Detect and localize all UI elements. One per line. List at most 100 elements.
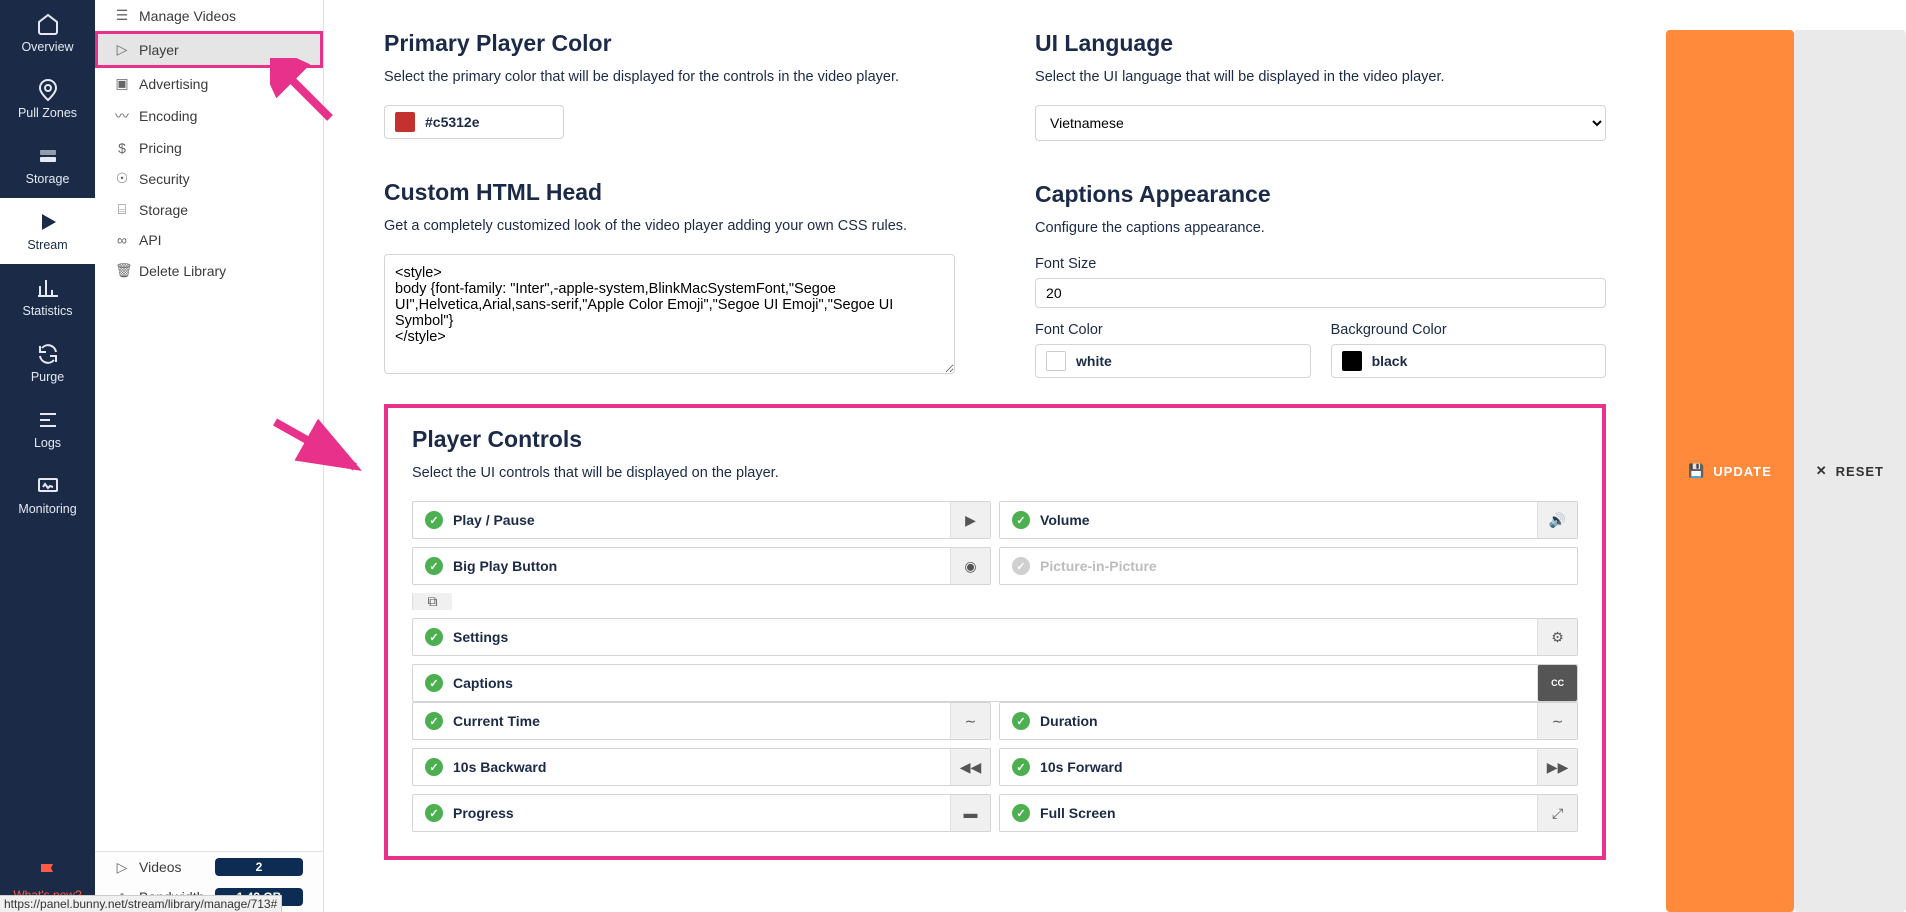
- check-on-icon: ✓: [1012, 511, 1030, 529]
- home-icon: [36, 12, 60, 36]
- player-controls-desc: Select the UI controls that will be disp…: [412, 465, 1578, 481]
- ui-language-select[interactable]: Vietnamese: [1035, 105, 1606, 141]
- check-off-icon: ✓: [1012, 557, 1030, 575]
- sidebar-advertising[interactable]: ▣Advertising: [95, 68, 323, 99]
- ui-language-title: UI Language: [1035, 30, 1606, 57]
- fullscreen-icon: ⤢: [1537, 795, 1577, 831]
- rail-stream[interactable]: Stream: [0, 198, 95, 264]
- control-settings[interactable]: ✓Settings ⚙: [412, 618, 1578, 656]
- rail-purge[interactable]: Purge: [0, 330, 95, 396]
- check-on-icon: ✓: [1012, 758, 1030, 776]
- primary-color-desc: Select the primary color that will be di…: [384, 69, 955, 85]
- rail-label: Monitoring: [18, 502, 76, 516]
- flag-icon: [36, 860, 60, 884]
- pin-icon: [36, 78, 60, 102]
- control-captions[interactable]: ✓Captions CC: [412, 664, 1578, 702]
- custom-html-textarea[interactable]: [384, 254, 955, 374]
- control-current-time[interactable]: ✓Current Time ∼: [412, 702, 991, 740]
- chart-icon: [36, 276, 60, 300]
- control-duration[interactable]: ✓Duration ∼: [999, 702, 1578, 740]
- sidebar-delete-library[interactable]: 🗑Delete Library: [95, 255, 323, 286]
- pip-icon: ⧉: [412, 593, 452, 610]
- sidebar-security[interactable]: ☉Security: [95, 163, 323, 194]
- check-on-icon: ✓: [425, 628, 443, 646]
- wave-icon: 〰: [115, 106, 129, 126]
- progress-icon: ▬: [950, 795, 990, 831]
- rail-label: Statistics: [22, 304, 72, 318]
- list-icon: ☰: [115, 7, 129, 24]
- font-color-swatch: [1046, 351, 1066, 371]
- sidebar-pricing[interactable]: $Pricing: [95, 133, 323, 163]
- rail-logs[interactable]: Logs: [0, 396, 95, 462]
- sidebar-api[interactable]: ∞API: [95, 225, 323, 255]
- control-volume[interactable]: ✓Volume 🔊: [999, 501, 1578, 539]
- image-icon: ▣: [115, 75, 129, 92]
- captions-desc: Configure the captions appearance.: [1035, 220, 1606, 236]
- primary-color-title: Primary Player Color: [384, 30, 955, 57]
- refresh-icon: [36, 342, 60, 366]
- reset-button[interactable]: ✕ RESET: [1794, 30, 1906, 912]
- storage-icon: [36, 144, 60, 168]
- control-progress[interactable]: ✓Progress ▬: [412, 794, 991, 832]
- play-icon: ▶: [950, 502, 990, 538]
- control-fullscreen[interactable]: ✓Full Screen ⤢: [999, 794, 1578, 832]
- cc-icon: CC: [1537, 665, 1577, 701]
- forward-icon: ▶▶: [1537, 749, 1577, 785]
- control-10s-forward[interactable]: ✓10s Forward ▶▶: [999, 748, 1578, 786]
- color-swatch: [395, 112, 415, 132]
- font-size-label: Font Size: [1035, 256, 1606, 272]
- custom-html-desc: Get a completely customized look of the …: [384, 218, 955, 234]
- rail-overview[interactable]: Overview: [0, 0, 95, 66]
- color-value: #c5312e: [425, 114, 480, 130]
- check-on-icon: ✓: [425, 804, 443, 822]
- footer-videos[interactable]: ▷Videos 2: [95, 852, 323, 882]
- sidebar-storage[interactable]: ⌸Storage: [95, 194, 323, 225]
- link-icon: ∞: [115, 232, 129, 248]
- dollar-icon: $: [115, 140, 129, 156]
- tilde-icon: ∼: [1537, 703, 1577, 739]
- player-controls-panel: Player Controls Select the UI controls t…: [384, 404, 1606, 860]
- big-play-icon: ◉: [950, 548, 990, 584]
- check-on-icon: ✓: [425, 674, 443, 692]
- bg-color-label: Background Color: [1331, 322, 1607, 338]
- rail-statistics[interactable]: Statistics: [0, 264, 95, 330]
- font-size-input[interactable]: [1035, 278, 1606, 308]
- control-play-pause[interactable]: ✓Play / Pause ▶: [412, 501, 991, 539]
- sidebar-encoding[interactable]: 〰Encoding: [95, 99, 323, 133]
- library-sidebar: ☰Manage Videos ▷Player ▣Advertising 〰Enc…: [95, 0, 324, 912]
- bg-color-field[interactable]: black: [1331, 344, 1607, 378]
- rail-label: Stream: [27, 238, 67, 252]
- main-content: Primary Player Color Select the primary …: [324, 0, 1666, 912]
- rail-label: Logs: [34, 436, 61, 450]
- bg-color-value: black: [1372, 353, 1408, 369]
- check-on-icon: ✓: [1012, 804, 1030, 822]
- tilde-icon: ∼: [950, 703, 990, 739]
- sidebar-player[interactable]: ▷Player: [95, 31, 323, 68]
- check-on-icon: ✓: [425, 758, 443, 776]
- trash-icon: 🗑: [115, 262, 129, 279]
- bg-color-swatch: [1342, 351, 1362, 371]
- primary-color-field[interactable]: #c5312e: [384, 105, 564, 139]
- font-color-value: white: [1076, 353, 1112, 369]
- control-pip[interactable]: ✓Picture-in-Picture: [999, 547, 1578, 585]
- check-on-icon: ✓: [1012, 712, 1030, 730]
- font-color-field[interactable]: white: [1035, 344, 1311, 378]
- rail-pull-zones[interactable]: Pull Zones: [0, 66, 95, 132]
- control-big-play[interactable]: ✓Big Play Button ◉: [412, 547, 991, 585]
- update-button[interactable]: 💾 UPDATE: [1666, 30, 1794, 912]
- rail-monitoring[interactable]: Monitoring: [0, 462, 95, 528]
- rail-label: Purge: [31, 370, 64, 384]
- control-10s-backward[interactable]: ✓10s Backward ◀◀: [412, 748, 991, 786]
- rewind-icon: ◀◀: [950, 749, 990, 785]
- gear-icon: ⚙: [1537, 619, 1577, 655]
- sidebar-manage-videos[interactable]: ☰Manage Videos: [95, 0, 323, 31]
- rail-storage[interactable]: Storage: [0, 132, 95, 198]
- play-icon: [36, 210, 60, 234]
- rail-label: Storage: [26, 172, 70, 186]
- play-outline-icon: ▷: [115, 41, 129, 58]
- play-outline-icon: ▷: [115, 859, 129, 876]
- custom-html-title: Custom HTML Head: [384, 179, 955, 206]
- save-icon: 💾: [1688, 463, 1705, 479]
- monitor-icon: [36, 474, 60, 498]
- main-nav-rail: Overview Pull Zones Storage Stream Stati…: [0, 0, 95, 912]
